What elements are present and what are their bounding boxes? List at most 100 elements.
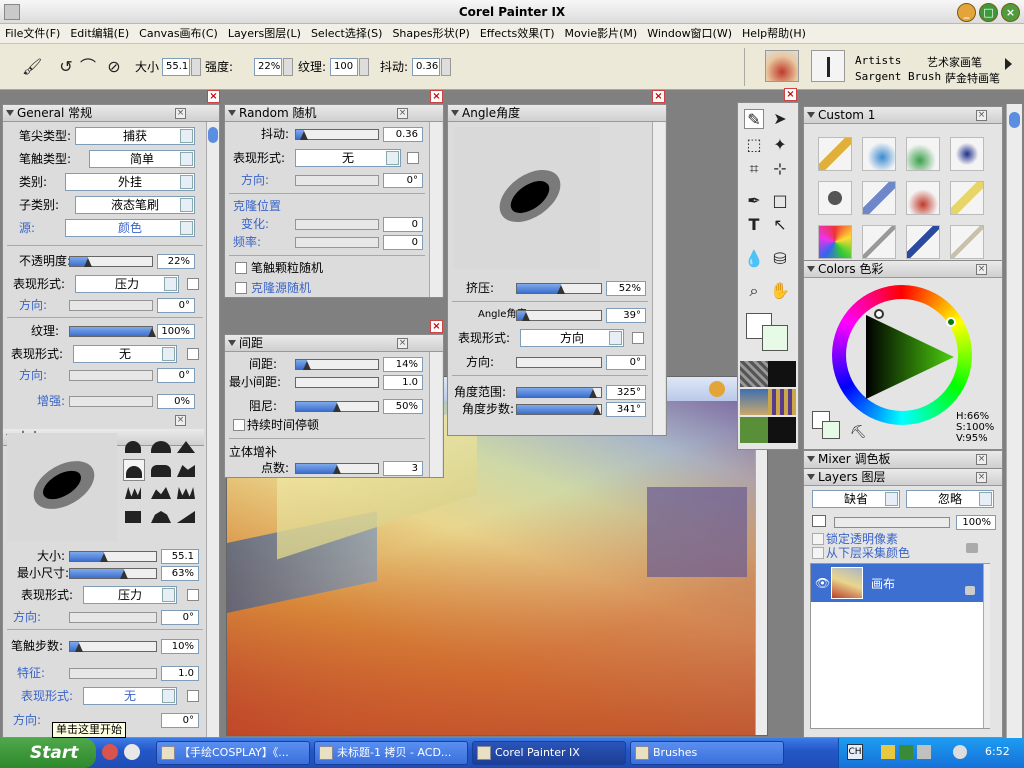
looks-selector[interactable] <box>768 417 796 443</box>
pick-up-underlying-checkbox[interactable] <box>812 547 824 559</box>
grain-invert-checkbox[interactable] <box>187 348 199 360</box>
squeeze-slider[interactable] <box>516 283 602 294</box>
random-clone-checkbox[interactable] <box>235 282 247 294</box>
straight-line-icon[interactable]: ⌒ <box>78 57 98 77</box>
grabber-hand-icon[interactable]: ✋ <box>770 281 790 301</box>
eye-icon[interactable]: 👁 <box>815 576 830 590</box>
menu-edit[interactable]: Edit编辑(E) <box>65 24 134 44</box>
slider-knob[interactable] <box>74 641 83 652</box>
layers-panel-title[interactable]: Layers 图层 <box>804 469 1002 486</box>
min-size-slider[interactable] <box>69 568 157 579</box>
stroke-steps-slider[interactable] <box>69 641 157 652</box>
slider-knob[interactable] <box>120 568 129 579</box>
magnifier-icon[interactable]: ⌕ <box>744 281 764 301</box>
close-random-panel[interactable]: × <box>430 90 443 103</box>
general-scrollbar[interactable] <box>206 122 219 737</box>
dropper-icon[interactable]: 💧 <box>744 249 764 269</box>
taskbar-item-brushes[interactable]: Brushes <box>630 741 784 765</box>
min-spacing-value[interactable]: 1.0 <box>383 375 423 390</box>
grain-spinner[interactable] <box>359 58 369 76</box>
slider-knob[interactable] <box>84 256 93 267</box>
angle-panel-title[interactable]: Angle角度 <box>448 105 666 122</box>
random-dir-slider[interactable] <box>295 175 379 186</box>
random-dir-value[interactable]: 0° <box>383 173 423 188</box>
spacing-panel-close[interactable]: × <box>397 338 408 349</box>
opacity-expr-dropdown[interactable]: 压力 <box>75 275 179 293</box>
paint-bucket-icon[interactable]: ⛁ <box>770 249 790 269</box>
brush-tool-icon[interactable]: 🖌 <box>22 57 42 77</box>
spacing-panel-title[interactable]: 间距 <box>225 335 443 352</box>
right-panels-scrollbar[interactable] <box>1006 104 1022 738</box>
crop-icon[interactable]: ⌗ <box>744 159 764 179</box>
preserve-transparency-checkbox[interactable] <box>812 533 824 545</box>
random-panel-close[interactable]: × <box>397 108 408 119</box>
clone-color-icon[interactable]: ⛏ <box>848 423 868 443</box>
continuous-time-checkbox[interactable] <box>233 419 245 431</box>
mixer-panel-close[interactable]: × <box>976 454 987 465</box>
custom-palette-close[interactable]: × <box>976 110 987 121</box>
spacing-value[interactable]: 14% <box>383 357 423 372</box>
size-expr-dropdown[interactable]: 压力 <box>83 586 177 604</box>
min-size-value[interactable]: 63% <box>161 566 199 581</box>
jitter-slider[interactable] <box>295 129 379 140</box>
layers-panel-close[interactable]: × <box>976 472 987 483</box>
layer-lock-icon[interactable] <box>965 586 975 595</box>
spacing-slider[interactable] <box>295 359 379 370</box>
paper-selector[interactable] <box>740 361 768 387</box>
pencil-variant-icon[interactable] <box>818 137 852 171</box>
lock-icon[interactable] <box>966 543 978 553</box>
damping-slider[interactable] <box>295 401 379 412</box>
jitter-field[interactable]: 0.36 <box>412 58 440 76</box>
min-spacing-slider[interactable] <box>295 377 379 388</box>
rect-select-icon[interactable]: ⬚ <box>744 135 764 155</box>
nozzle-selector[interactable] <box>740 417 768 443</box>
variability-slider[interactable] <box>295 219 379 230</box>
source-dropdown[interactable]: 颜色 <box>65 219 195 237</box>
mixer-panel-title[interactable]: Mixer 调色板 <box>804 451 1002 468</box>
points-value[interactable]: 3 <box>383 461 423 476</box>
close-spacing-panel[interactable]: × <box>430 320 443 333</box>
start-button[interactable]: Start <box>0 738 96 768</box>
expand-arrow-icon[interactable] <box>1005 58 1012 70</box>
brush-icon[interactable]: ✎ <box>744 109 764 129</box>
grain-field[interactable]: 100 <box>330 58 358 76</box>
rectangle-shape-icon[interactable]: □ <box>770 191 790 211</box>
marker-variant-icon[interactable] <box>950 137 984 171</box>
angle-step-slider[interactable] <box>516 404 602 415</box>
size-spinner[interactable] <box>191 58 201 76</box>
language-icon[interactable]: CH <box>847 744 863 760</box>
taskbar-item-acdsee[interactable]: 未标题-1 拷贝 - ACD... <box>314 741 468 765</box>
tray-icon-1[interactable] <box>881 745 895 759</box>
boost-value[interactable]: 0% <box>157 394 195 409</box>
slider-knob[interactable] <box>303 359 312 370</box>
slider-knob[interactable] <box>556 283 565 294</box>
points-slider[interactable] <box>295 463 379 474</box>
frequency-slider[interactable] <box>295 237 379 248</box>
canvas-vertical-scrollbar[interactable] <box>755 401 767 735</box>
method-dropdown[interactable]: 外挂 <box>65 173 195 191</box>
palette-knife-variant-icon[interactable] <box>818 225 852 259</box>
maximize-button[interactable]: □ <box>979 3 998 22</box>
variability-value[interactable]: 0 <box>383 217 423 232</box>
quicklaunch-icon-1[interactable] <box>102 744 118 760</box>
additional-color-swatch[interactable] <box>762 325 788 351</box>
close-general-panel[interactable]: × <box>207 90 220 103</box>
weaving-selector[interactable] <box>768 389 796 415</box>
menu-effects[interactable]: Effects效果(T) <box>475 24 560 44</box>
opacity-invert-checkbox[interactable] <box>187 278 199 290</box>
grain-slider[interactable] <box>69 326 156 337</box>
taskbar-item-cosplay[interactable]: 【手绘COSPLAY】《... <box>156 741 310 765</box>
slider-knob[interactable] <box>588 387 597 398</box>
jitter-spinner[interactable] <box>441 58 451 76</box>
text-icon[interactable]: T <box>744 215 764 235</box>
slider-knob[interactable] <box>592 404 601 415</box>
damping-value[interactable]: 50% <box>383 399 423 414</box>
composite-depth-dropdown[interactable]: 忽略 <box>906 490 994 508</box>
feature-dir-value[interactable]: 0° <box>161 713 199 728</box>
clone-source-icon[interactable]: ⊘ <box>104 57 124 77</box>
menu-shapes[interactable]: Shapes形状(P) <box>387 24 474 44</box>
colors-panel-close[interactable]: × <box>976 264 987 275</box>
opacity-value[interactable]: 22% <box>157 254 195 269</box>
random-scrollbar[interactable] <box>429 122 442 297</box>
size-profile-grid[interactable] <box>121 437 201 541</box>
